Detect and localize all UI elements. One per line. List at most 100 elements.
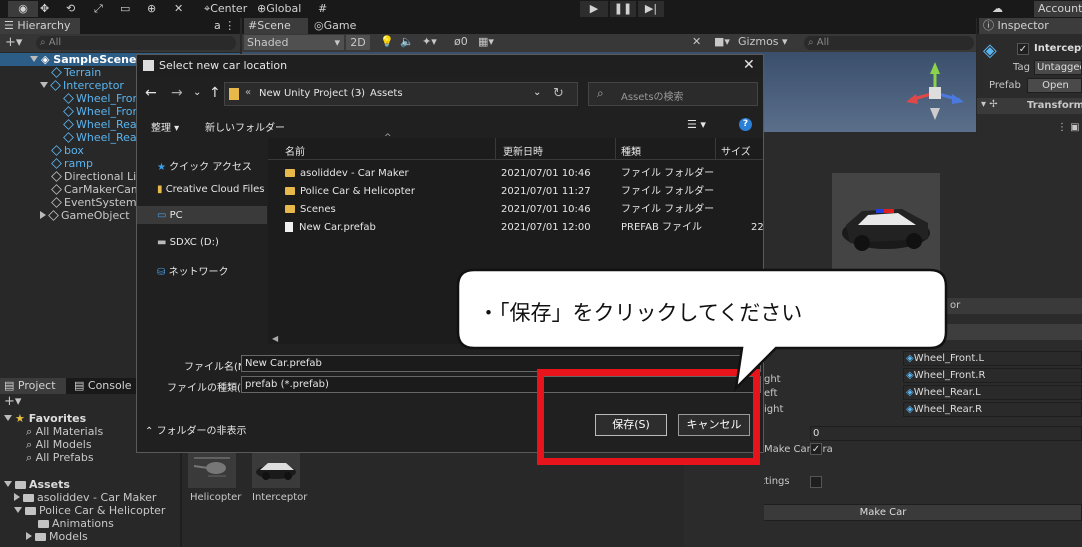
- custom-tool-icon[interactable]: ✕: [174, 1, 183, 17]
- new-folder-button[interactable]: 新しいフォルダー: [205, 119, 285, 134]
- mode-2d-toggle[interactable]: 2D: [346, 35, 370, 50]
- hierarchy-search-input[interactable]: ⌕ All: [36, 36, 236, 50]
- gizmos-dropdown[interactable]: Gizmos ▾: [738, 35, 788, 48]
- account-dropdown[interactable]: Account: [1034, 1, 1082, 17]
- play-button[interactable]: ▶: [580, 1, 608, 17]
- list-item[interactable]: ⌕ All Models: [26, 438, 92, 451]
- list-item[interactable]: EventSystem: [51, 196, 137, 209]
- component-menu-icon[interactable]: ⋮ ▣: [1057, 122, 1080, 133]
- view-options-icon[interactable]: ☰ ▾: [687, 118, 706, 131]
- list-item[interactable]: Wheel_Front: [63, 92, 144, 105]
- grid-snap-icon[interactable]: #: [318, 1, 327, 17]
- orientation-gizmo[interactable]: [900, 58, 970, 128]
- nav-pc[interactable]: ▭ PC: [157, 210, 183, 221]
- folder-icon: [15, 481, 26, 489]
- address-bar[interactable]: « New Unity Project (3) › Assets ⌄ ↻: [224, 82, 578, 106]
- shading-dropdown[interactable]: Shaded ▾: [244, 35, 344, 50]
- breadcrumb-assets[interactable]: Assets: [370, 88, 403, 99]
- scene-search-input[interactable]: ⌕ All: [804, 36, 974, 50]
- column-size[interactable]: サイズ: [721, 143, 751, 158]
- transform-header[interactable]: ▾ ✢ Transform: [977, 98, 1082, 114]
- step-button[interactable]: ▶|: [638, 1, 664, 17]
- favorites-label: Favorites: [28, 412, 87, 425]
- view-tool-icon[interactable]: ◉: [8, 1, 38, 17]
- tab-console[interactable]: ▤ Console: [70, 378, 132, 394]
- active-checkbox[interactable]: ✓: [1017, 43, 1029, 55]
- lock-icon[interactable]: a ⋮: [210, 18, 235, 34]
- tag-dropdown[interactable]: Untagged: [1034, 60, 1082, 75]
- chevron-down-icon[interactable]: ⌄: [533, 87, 541, 98]
- column-date[interactable]: 更新日時: [503, 143, 543, 158]
- rotate-tool-icon[interactable]: ⟲: [66, 1, 75, 17]
- list-item[interactable]: asoliddev - Car Maker: [14, 491, 156, 504]
- tab-project[interactable]: ▤ Project: [0, 378, 66, 394]
- list-item[interactable]: box: [51, 144, 84, 157]
- back-icon[interactable]: ←: [145, 85, 157, 101]
- pivot-toggle[interactable]: ⌖Center: [204, 1, 247, 17]
- add-icon[interactable]: +▾: [4, 394, 21, 409]
- object-name[interactable]: Intercepto: [1034, 43, 1082, 54]
- list-item[interactable]: Police Car & Helicopter: [14, 504, 165, 517]
- nav-quick-access[interactable]: ★ クイック アクセス: [157, 158, 252, 173]
- list-item[interactable]: Models: [26, 530, 88, 543]
- make-camera-checkbox[interactable]: ✓: [810, 443, 822, 455]
- nav-creative-cloud[interactable]: ▮ Creative Cloud Files: [157, 184, 264, 195]
- global-toggle[interactable]: ⊕Global: [257, 1, 301, 17]
- up-icon[interactable]: ↑: [209, 85, 221, 101]
- column-type[interactable]: 種類: [621, 143, 641, 158]
- nav-network[interactable]: ⛁ ネットワーク: [157, 263, 229, 278]
- wheel-rear-r-field[interactable]: ◈Wheel_Rear.R: [903, 402, 1082, 417]
- tab-inspector[interactable]: ⓘ Inspector: [979, 18, 1082, 34]
- breadcrumb-overflow[interactable]: «: [245, 87, 251, 98]
- audio-icon[interactable]: 🔈: [400, 35, 414, 48]
- column-name[interactable]: 名前: [285, 143, 305, 158]
- list-item[interactable]: Interceptor: [40, 79, 124, 92]
- hide-folders-toggle[interactable]: ⌃ フォルダーの非表示: [145, 422, 247, 437]
- grid-icon[interactable]: ▦▾: [478, 35, 494, 48]
- tab-project-label: Project: [17, 379, 56, 392]
- organize-menu[interactable]: 整理 ▾: [151, 119, 179, 134]
- scroll-left-icon[interactable]: ◀: [272, 334, 278, 343]
- add-icon[interactable]: +▾: [5, 35, 22, 50]
- breadcrumb-project[interactable]: New Unity Project (3): [259, 88, 365, 99]
- cloud-icon[interactable]: ☁: [992, 1, 1003, 17]
- lighting-icon[interactable]: 💡: [380, 35, 394, 48]
- list-item[interactable]: GameObject: [40, 209, 130, 222]
- dialog-search-input[interactable]: ⌕ Assetsの検索: [588, 82, 758, 106]
- tools-icon[interactable]: ✕: [692, 35, 701, 48]
- close-icon[interactable]: ✕: [743, 57, 755, 73]
- advanced-settings-checkbox[interactable]: [810, 476, 822, 488]
- transform-tool-icon[interactable]: ⊕: [147, 1, 156, 17]
- list-item[interactable]: CarMakerCame: [51, 183, 148, 196]
- file-date: 2021/07/01 10:46: [501, 204, 591, 215]
- list-item[interactable]: Wheel_Rear.: [63, 118, 144, 131]
- tab-hierarchy[interactable]: ☰ Hierarchy: [0, 18, 80, 34]
- chevron-down-icon[interactable]: ⌄: [193, 87, 201, 98]
- interceptor-thumbnail[interactable]: [252, 448, 300, 488]
- scale-tool-icon[interactable]: ⤢: [94, 1, 103, 17]
- hidden-objects-icon[interactable]: ø0: [454, 35, 468, 48]
- open-prefab-button[interactable]: Open: [1027, 78, 1082, 93]
- list-item[interactable]: Animations: [38, 517, 114, 530]
- list-item[interactable]: Terrain: [51, 66, 101, 79]
- numeric-field[interactable]: 0: [810, 426, 1082, 441]
- tab-game[interactable]: ◎Game: [310, 18, 356, 34]
- tab-scene[interactable]: #Scene: [244, 18, 308, 34]
- helicopter-thumbnail[interactable]: [188, 448, 236, 488]
- list-item[interactable]: Wheel_Front: [63, 105, 144, 118]
- camera-icon[interactable]: ■▾: [714, 35, 730, 48]
- list-item[interactable]: Wheel_Rear.: [63, 131, 144, 144]
- effects-icon[interactable]: ✦▾: [422, 35, 437, 48]
- nav-sdxc[interactable]: ▬ SDXC (D:): [157, 237, 219, 248]
- favorites-header[interactable]: ★ Favorites: [4, 412, 86, 425]
- assets-header[interactable]: Assets: [4, 478, 70, 491]
- list-item[interactable]: ⌕ All Materials: [26, 425, 103, 438]
- forward-icon[interactable]: →: [171, 85, 183, 101]
- list-item[interactable]: ⌕ All Prefabs: [26, 451, 94, 464]
- rect-tool-icon[interactable]: ▭: [120, 1, 130, 17]
- help-icon[interactable]: ?: [739, 118, 752, 131]
- move-tool-icon[interactable]: ✥: [40, 1, 49, 17]
- list-item[interactable]: ramp: [51, 157, 93, 170]
- refresh-icon[interactable]: ↻: [553, 86, 564, 101]
- pause-button[interactable]: ❚❚: [610, 1, 636, 17]
